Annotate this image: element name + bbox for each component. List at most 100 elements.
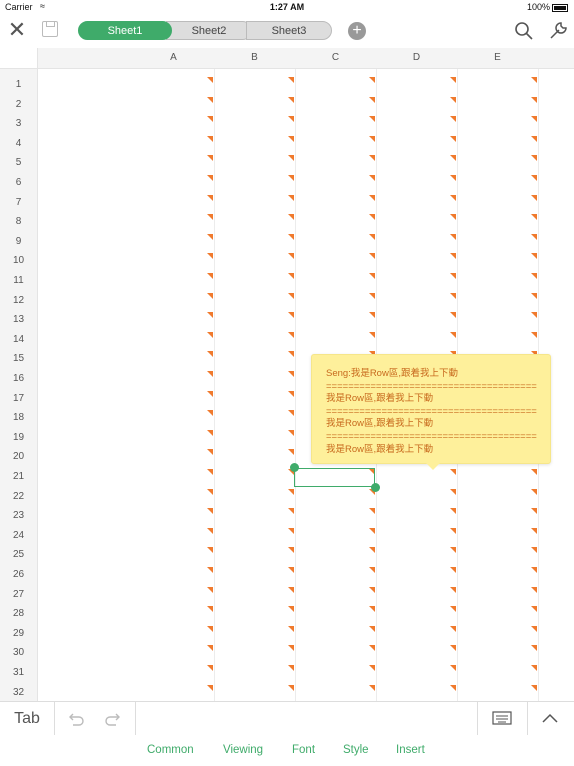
- comment-indicator-icon: [288, 527, 294, 534]
- comment-indicator-icon: [207, 312, 213, 319]
- row-header-cell[interactable]: 6: [0, 173, 37, 192]
- wrench-icon[interactable]: [548, 21, 568, 41]
- row-header-cell[interactable]: 18: [0, 408, 37, 427]
- comment-indicator-icon: [288, 567, 294, 573]
- row-header-cell[interactable]: 3: [0, 114, 37, 133]
- row-header-cell[interactable]: 26: [0, 565, 37, 584]
- comment-indicator-icon: [531, 96, 537, 103]
- divider: [135, 702, 136, 735]
- comment-indicator-icon: [207, 371, 213, 377]
- comment-indicator-icon: [450, 469, 456, 475]
- row-header-cell[interactable]: 16: [0, 369, 37, 388]
- row-header-cell[interactable]: 7: [0, 193, 37, 212]
- row-header-cell[interactable]: 31: [0, 663, 37, 682]
- column-header-a[interactable]: A: [133, 48, 214, 68]
- battery-indicator: 100%: [527, 2, 568, 12]
- row-header-cell[interactable]: 21: [0, 467, 37, 486]
- row-header-cell[interactable]: 8: [0, 212, 37, 231]
- save-icon[interactable]: [42, 21, 58, 37]
- select-all-corner[interactable]: [0, 48, 38, 68]
- row-header-cell[interactable]: 22: [0, 487, 37, 506]
- row-header-cell[interactable]: 5: [0, 153, 37, 172]
- row-header-cell[interactable]: 15: [0, 349, 37, 368]
- row-header-cell[interactable]: 30: [0, 643, 37, 662]
- selected-cell[interactable]: [294, 468, 375, 487]
- comment-indicator-icon: [450, 586, 456, 593]
- comment-indicator-icon: [369, 527, 375, 534]
- tab-key-button[interactable]: Tab: [0, 702, 55, 735]
- row-header-cell[interactable]: 2: [0, 95, 37, 114]
- comment-indicator-icon: [207, 488, 213, 495]
- row-header-cell[interactable]: 17: [0, 389, 37, 408]
- column-header-c[interactable]: C: [295, 48, 376, 68]
- comment-indicator-icon: [369, 665, 375, 671]
- column-header: A B C D E: [0, 48, 574, 69]
- comment-indicator-icon: [531, 331, 537, 338]
- comment-indicator-icon: [288, 155, 294, 162]
- menu-insert[interactable]: Insert: [396, 735, 425, 766]
- row-header-cell[interactable]: 9: [0, 232, 37, 251]
- comment-indicator-icon: [207, 469, 213, 475]
- row-header-cell[interactable]: 28: [0, 604, 37, 623]
- row-header-cell[interactable]: 12: [0, 291, 37, 310]
- comment-indicator-icon: [288, 390, 294, 397]
- comment-indicator-icon: [531, 625, 537, 632]
- comment-indicator-icon: [207, 194, 213, 201]
- row-header-cell[interactable]: 20: [0, 447, 37, 466]
- comment-indicator-icon: [288, 77, 294, 83]
- comment-indicator-icon: [207, 625, 213, 632]
- menu-font[interactable]: Font: [292, 735, 315, 766]
- undo-icon[interactable]: [65, 709, 85, 729]
- row-header-cell[interactable]: 10: [0, 251, 37, 270]
- comment-indicator-icon: [207, 567, 213, 573]
- row-header-cell[interactable]: 14: [0, 330, 37, 349]
- comment-indicator-icon: [531, 175, 537, 181]
- tab-sheet3[interactable]: Sheet3: [246, 21, 332, 40]
- menu-viewing[interactable]: Viewing: [223, 735, 263, 766]
- row-header-cell[interactable]: 19: [0, 428, 37, 447]
- comment-indicator-icon: [207, 214, 213, 221]
- redo-icon[interactable]: [104, 709, 124, 729]
- comment-indicator-icon: [450, 508, 456, 515]
- sheet-tabs: Sheet1 Sheet2 Sheet3: [78, 21, 332, 40]
- selection-handle-top-left[interactable]: [290, 463, 299, 472]
- comment-indicator-icon: [288, 449, 294, 456]
- chevron-up-icon[interactable]: [541, 711, 559, 725]
- comment-indicator-icon: [531, 684, 537, 691]
- row-header-cell[interactable]: 13: [0, 310, 37, 329]
- row-header-cell[interactable]: 4: [0, 134, 37, 153]
- tab-sheet2[interactable]: Sheet2: [166, 21, 252, 40]
- menu-common[interactable]: Common: [147, 735, 194, 766]
- tab-sheet1[interactable]: Sheet1: [78, 21, 172, 40]
- row-header-cell[interactable]: 27: [0, 585, 37, 604]
- comment-indicator-icon: [531, 273, 537, 279]
- comment-indicator-icon: [207, 233, 213, 240]
- comment-indicator-icon: [369, 606, 375, 613]
- row-header-cell[interactable]: 32: [0, 683, 37, 702]
- column-header-b[interactable]: B: [214, 48, 295, 68]
- row-header-cell[interactable]: 11: [0, 271, 37, 290]
- comment-indicator-icon: [450, 116, 456, 123]
- comment-indicator-icon: [207, 155, 213, 162]
- comment-indicator-icon: [288, 96, 294, 103]
- row-header-cell[interactable]: 24: [0, 526, 37, 545]
- row-header-cell[interactable]: 29: [0, 624, 37, 643]
- search-icon[interactable]: [514, 21, 534, 41]
- keyboard-icon[interactable]: [492, 711, 512, 725]
- column-header-d[interactable]: D: [376, 48, 457, 68]
- close-icon[interactable]: ✕: [7, 19, 27, 41]
- comment-indicator-icon: [450, 292, 456, 299]
- comment-indicator-icon: [369, 155, 375, 162]
- menu-style[interactable]: Style: [343, 735, 369, 766]
- comment-indicator-icon: [369, 116, 375, 123]
- comment-indicator-icon: [288, 194, 294, 201]
- row-header-cell[interactable]: 25: [0, 545, 37, 564]
- row-header-cell[interactable]: 23: [0, 506, 37, 525]
- comment-indicator-icon: [531, 508, 537, 515]
- plus-icon[interactable]: +: [348, 22, 366, 40]
- column-header-e[interactable]: E: [457, 48, 538, 68]
- row-header-cell[interactable]: 1: [0, 75, 37, 94]
- comment-indicator-icon: [288, 645, 294, 652]
- comment-indicator-icon: [531, 606, 537, 613]
- selection-handle-bottom-right[interactable]: [371, 483, 380, 492]
